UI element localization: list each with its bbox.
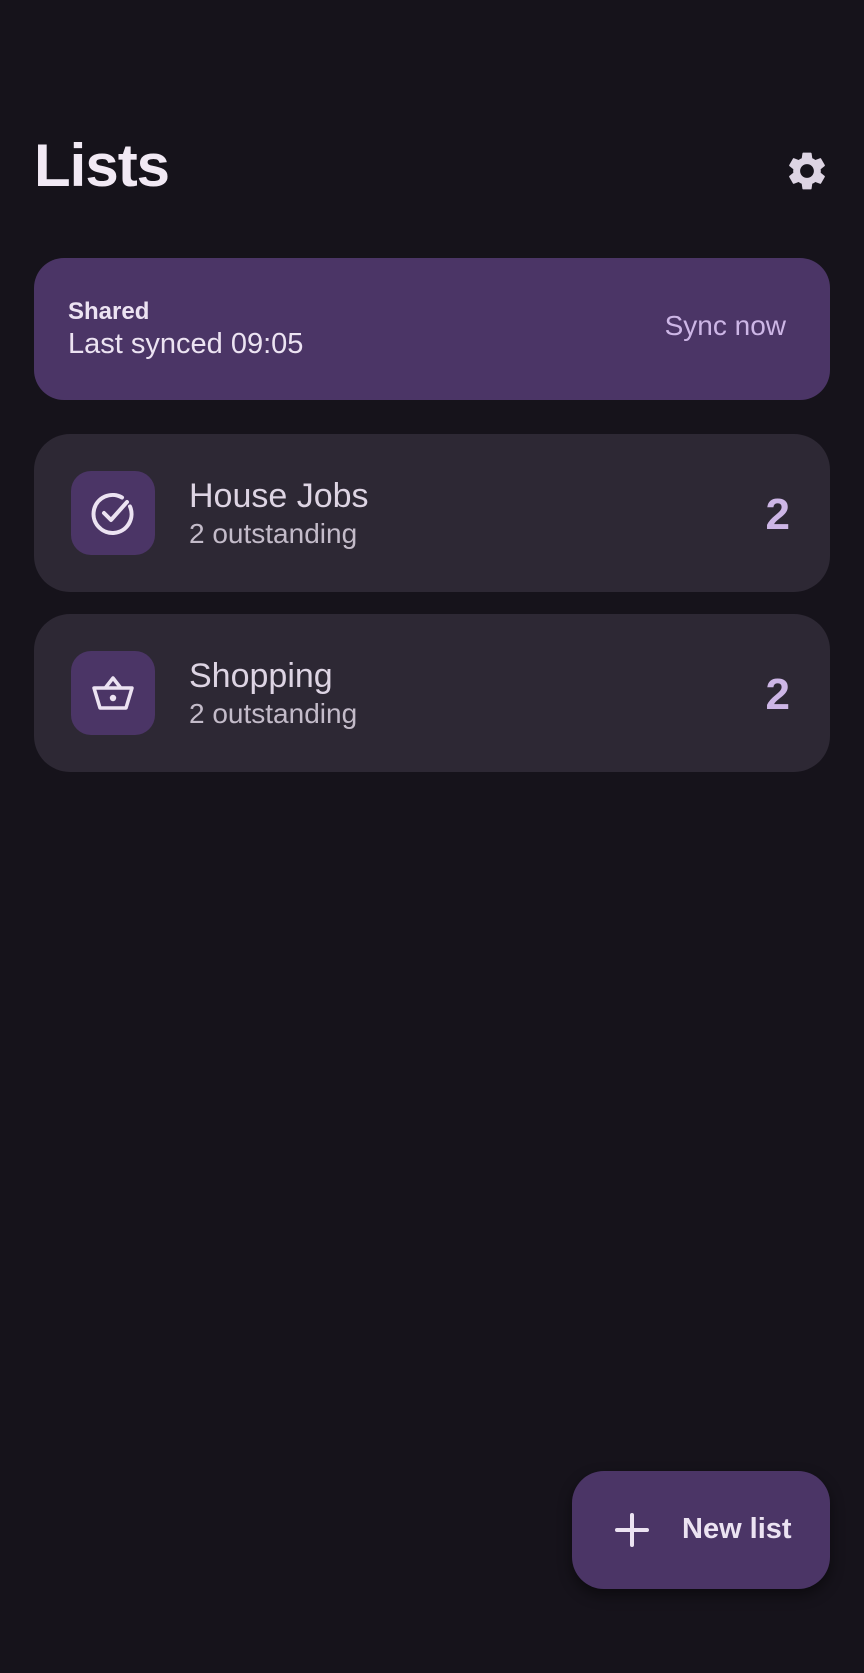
new-list-button[interactable]: New list [572, 1471, 830, 1589]
check-circle-icon [91, 492, 134, 535]
list-item-shopping[interactable]: Shopping 2 outstanding 2 [34, 614, 830, 772]
sync-now-button[interactable]: Sync now [665, 310, 786, 342]
new-list-label: New list [682, 1513, 792, 1545]
list-icon-tile [71, 471, 155, 555]
plus-icon [615, 1513, 649, 1547]
list-count: 2 [765, 670, 790, 719]
settings-button[interactable] [784, 148, 830, 194]
sync-card: Shared Last synced 09:05 Sync now [34, 258, 830, 400]
list-name: Shopping [189, 657, 333, 695]
list-item-house-jobs[interactable]: House Jobs 2 outstanding 2 [34, 434, 830, 592]
gear-icon [789, 152, 825, 190]
list-icon-tile [71, 651, 155, 735]
list-count: 2 [765, 490, 790, 539]
list-name: House Jobs [189, 477, 369, 515]
sync-status: Last synced 09:05 [68, 328, 304, 360]
list-outstanding: 2 outstanding [189, 698, 358, 729]
page-title: Lists [34, 132, 170, 199]
list-outstanding: 2 outstanding [189, 518, 358, 549]
sync-title: Shared [68, 298, 150, 325]
header: Lists [34, 130, 830, 210]
basket-icon [92, 676, 134, 710]
